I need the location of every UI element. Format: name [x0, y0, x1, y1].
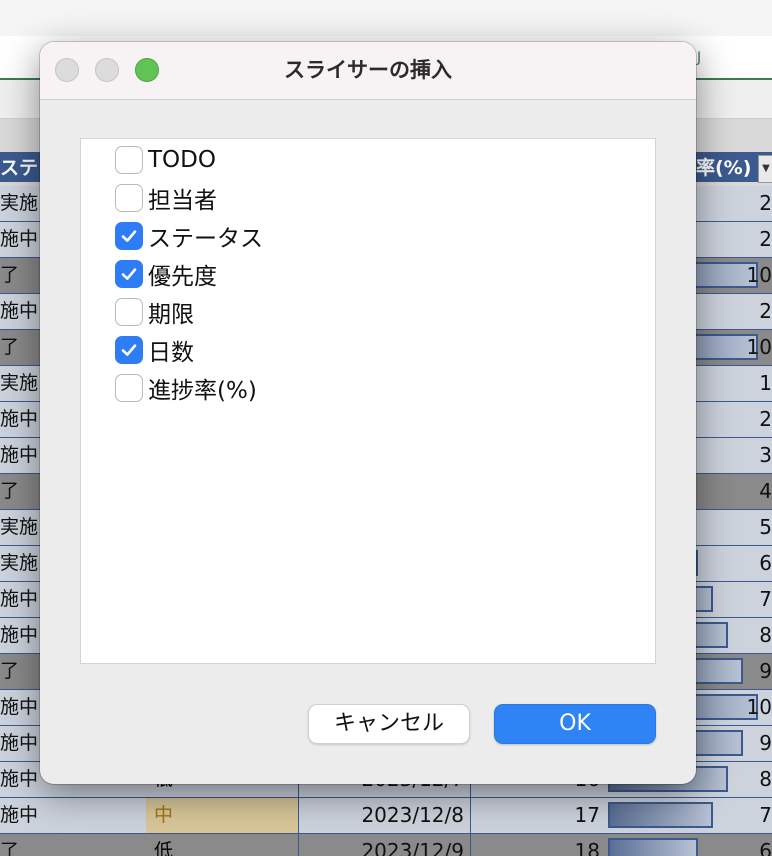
status-cell[interactable]: 施中 [0, 618, 44, 653]
progress-cell[interactable]: 2 [759, 222, 772, 257]
status-cell[interactable]: 施中 [0, 222, 44, 257]
field-option[interactable]: 担当者 [115, 183, 217, 214]
checkbox-checked[interactable] [115, 336, 143, 364]
field-option[interactable]: 期限 [115, 297, 194, 328]
progress-cell[interactable]: 8 [759, 762, 772, 797]
status-cell[interactable]: 施中 [0, 690, 44, 725]
field-option-label: ステータス [148, 226, 263, 252]
field-option-label: 期限 [148, 302, 194, 328]
progress-cell[interactable]: 2 [759, 294, 772, 329]
status-cell[interactable]: 施中 [0, 726, 44, 761]
field-option[interactable]: 日数 [115, 335, 194, 366]
status-cell[interactable]: 了 [0, 330, 44, 365]
filter-dropdown-icon[interactable]: ▼ [758, 155, 772, 183]
progress-cell[interactable]: 9 [759, 654, 772, 689]
status-cell[interactable]: 施中 [0, 294, 44, 329]
progress-cell[interactable]: 10 [747, 690, 772, 725]
status-cell[interactable]: 施中 [0, 402, 44, 437]
due-date-cell[interactable]: 2023/12/9 [298, 834, 470, 856]
days-cell[interactable]: 17 [470, 798, 604, 833]
progress-cell[interactable]: 3 [759, 438, 772, 473]
progress-cell[interactable]: 4 [759, 474, 772, 509]
field-option[interactable]: TODO [115, 145, 216, 175]
status-cell[interactable]: 実施 [0, 546, 44, 581]
checkbox-unchecked[interactable] [115, 374, 143, 402]
status-cell[interactable]: 実施 [0, 510, 44, 545]
insert-slicer-dialog: スライサーの挿入 TODO 担当者ステータス優先度期限日数進捗率(%) キャンセル… [40, 42, 696, 784]
table-header-status[interactable]: ステ [0, 152, 44, 182]
progress-cell[interactable]: 2 [759, 186, 772, 221]
checkbox-unchecked[interactable] [115, 184, 143, 212]
status-cell[interactable]: 了 [0, 258, 44, 293]
progress-cell[interactable]: 1 [759, 366, 772, 401]
checkbox-unchecked[interactable] [115, 298, 143, 326]
field-option-label: 優先度 [148, 264, 217, 290]
progress-cell[interactable]: 10 [747, 330, 772, 365]
status-cell[interactable]: 実施 [0, 186, 44, 221]
status-cell[interactable]: 施中 [0, 762, 44, 797]
field-option[interactable]: 優先度 [115, 259, 217, 290]
progress-cell[interactable]: 8 [759, 618, 772, 653]
status-cell[interactable]: 了 [0, 834, 44, 856]
status-cell[interactable]: 施中 [0, 798, 44, 833]
checkmark-icon [121, 268, 137, 280]
checkmark-icon [121, 230, 137, 242]
field-list: TODO 担当者ステータス優先度期限日数進捗率(%) [80, 138, 656, 664]
field-option[interactable]: ステータス [115, 221, 263, 252]
progress-data-bar [608, 838, 698, 856]
status-cell[interactable]: 施中 [0, 438, 44, 473]
checkmark-icon [121, 344, 137, 356]
field-option-label: 担当者 [148, 188, 217, 214]
cancel-button[interactable]: キャンセル [308, 704, 470, 744]
progress-cell[interactable]: 9 [759, 726, 772, 761]
status-cell[interactable]: 施中 [0, 582, 44, 617]
field-option[interactable]: 進捗率(%) [115, 373, 257, 404]
checkbox-unchecked[interactable] [115, 146, 143, 174]
field-option-label: 日数 [148, 340, 194, 366]
toolbar-strip [0, 0, 772, 37]
progress-cell[interactable]: 5 [759, 510, 772, 545]
dialog-titlebar: スライサーの挿入 [40, 42, 696, 100]
table-row[interactable]: 施中 中 2023/12/8 17 7 [0, 798, 772, 834]
field-option-label: TODO [148, 147, 216, 173]
status-cell[interactable]: 了 [0, 654, 44, 689]
dialog-title: スライサーの挿入 [284, 58, 452, 82]
status-cell[interactable]: 了 [0, 474, 44, 509]
priority-cell[interactable]: 低 [146, 834, 298, 856]
table-row[interactable]: 了 低 2023/12/9 18 6 [0, 834, 772, 856]
checkbox-checked[interactable] [115, 222, 143, 250]
due-date-cell[interactable]: 2023/12/8 [298, 798, 470, 833]
days-cell[interactable]: 18 [470, 834, 604, 856]
field-option-label: 進捗率(%) [148, 378, 257, 404]
status-cell[interactable]: 実施 [0, 366, 44, 401]
progress-cell[interactable]: 6 [759, 834, 772, 856]
progress-cell[interactable]: 10 [747, 258, 772, 293]
progress-data-bar [608, 802, 713, 828]
checkbox-checked[interactable] [115, 260, 143, 288]
progress-cell[interactable]: 2 [759, 402, 772, 437]
progress-cell[interactable]: 7 [759, 798, 772, 833]
priority-cell[interactable]: 中 [146, 798, 298, 833]
column-header-letter: J [697, 50, 702, 66]
progress-cell[interactable]: 7 [759, 582, 772, 617]
ok-button[interactable]: OK [494, 704, 656, 744]
progress-cell[interactable]: 6 [759, 546, 772, 581]
